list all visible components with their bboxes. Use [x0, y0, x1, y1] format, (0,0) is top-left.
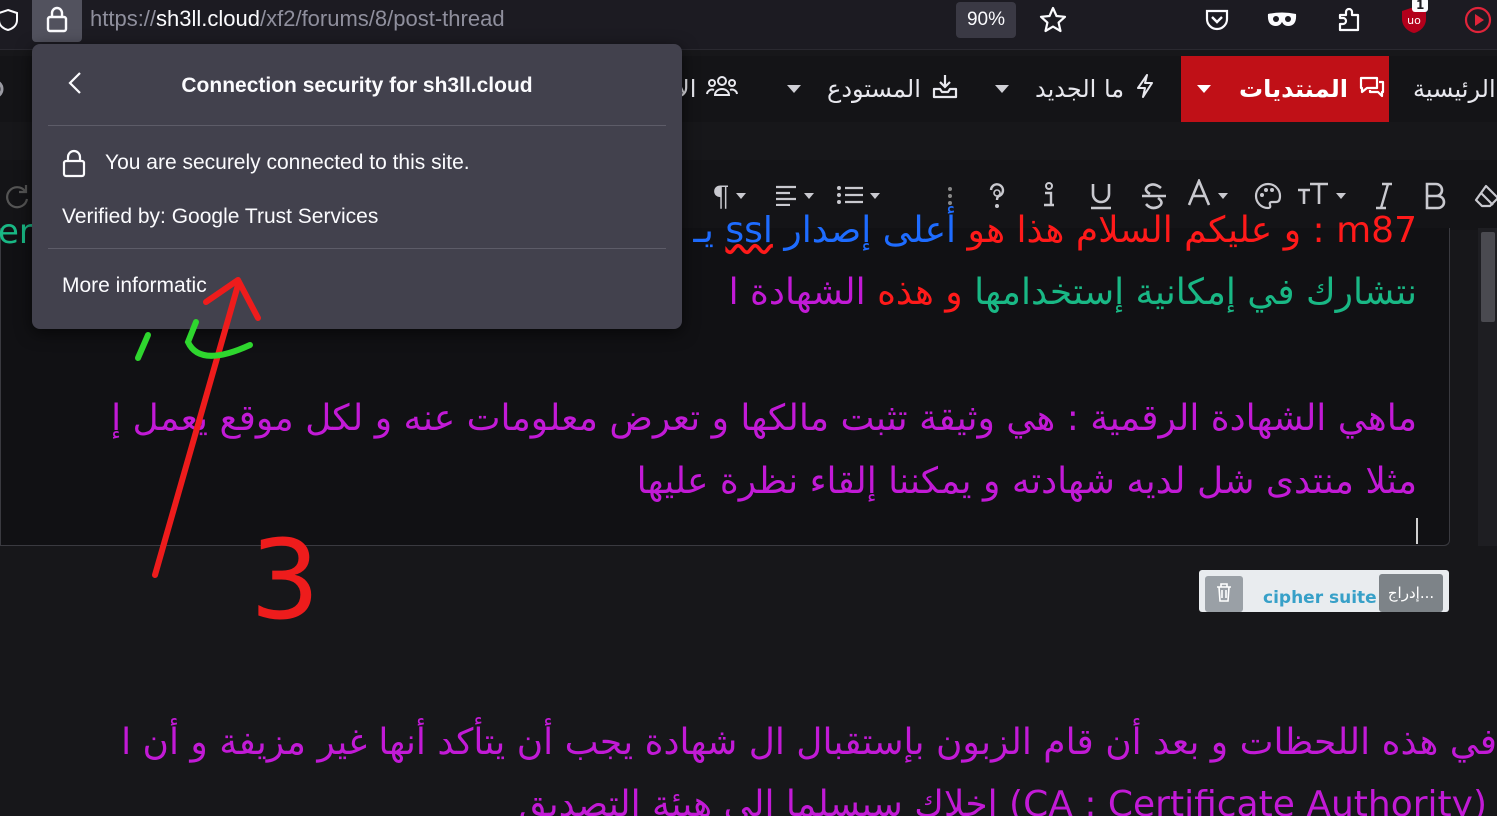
screen: https://sh3ll.cloud/xf2/forums/8/post-th…: [0, 0, 1497, 816]
connection-security-panel: Connection security for sh3ll.cloud You …: [32, 44, 682, 329]
editor-line-4: مثلا منتدى شل لديه شهادته و يمكننا إلقاء…: [636, 461, 1417, 502]
text-color-button[interactable]: [1186, 177, 1228, 214]
lock-icon: [46, 5, 68, 37]
bold-icon[interactable]: [1424, 178, 1446, 214]
editor-left-fragment: er: [0, 212, 33, 252]
editor-line-3: ماهي الشهادة الرقمية : هي وثيقة تثبت مال…: [111, 398, 1417, 439]
url-path: /xf2/forums/8/post-thread: [260, 6, 505, 31]
more-information-button[interactable]: More informatic: [62, 274, 207, 298]
nav-partial-icon: [0, 56, 12, 122]
shield-icon[interactable]: [0, 4, 24, 36]
text-cursor: [1416, 518, 1418, 544]
list-icon: [836, 180, 864, 213]
chevron-down-icon: [1218, 193, 1228, 199]
download-icon: [931, 73, 959, 105]
text-fragment-ssl: ssl: [725, 210, 773, 251]
star-icon[interactable]: [1037, 4, 1069, 36]
font-size-button[interactable]: [1296, 178, 1346, 214]
nav-item-label: المستودع: [827, 75, 921, 103]
text-fragment-blue: أعلى إصدار: [784, 210, 957, 251]
bolt-icon: [1134, 73, 1156, 105]
more-options-icon[interactable]: [946, 178, 954, 214]
redo-icon[interactable]: [4, 178, 30, 214]
trash-icon: [1215, 582, 1233, 606]
nav-item-repository[interactable]: المستودع: [787, 56, 959, 122]
palette-icon[interactable]: [1254, 178, 1282, 214]
site-info-lock-button[interactable]: [32, 0, 82, 42]
editor-scrollbar-thumb[interactable]: [1481, 232, 1495, 322]
paragraph-format-button[interactable]: ¶: [712, 178, 746, 214]
eraser-icon[interactable]: [1474, 178, 1497, 214]
nav-item-forums[interactable]: المنتديات: [1181, 56, 1389, 122]
chevron-down-icon[interactable]: [1197, 85, 1211, 93]
users-icon: [706, 74, 739, 104]
align-button[interactable]: [774, 178, 814, 214]
nav-item-whats-new[interactable]: ما الجديد: [995, 56, 1156, 122]
nav-item-members[interactable]: الأ: [676, 56, 739, 122]
chevron-down-icon: [870, 193, 880, 199]
nav-item-home[interactable]: الرئيسية: [1413, 56, 1496, 122]
editor-line-2: نتشارك في إمكانية إستخدامها و هذه الشهاد…: [729, 272, 1417, 313]
text-fragment-red: m87 : و عليكم السلام هذا هو: [967, 210, 1418, 251]
divider: [48, 248, 666, 249]
secure-connection-text: You are securely connected to this site.: [105, 151, 470, 174]
chevron-down-icon[interactable]: [787, 85, 801, 93]
url-host: sh3ll.cloud: [156, 6, 260, 31]
text-fragment-blue-end: يـ: [693, 210, 714, 251]
italic-icon[interactable]: [1374, 178, 1394, 214]
spoiler-question-icon[interactable]: [984, 178, 1010, 214]
attachment-thumbnail[interactable]: cipher suite إدراج...: [1199, 570, 1449, 612]
info-icon[interactable]: [1036, 178, 1062, 214]
extension-badge: 1: [1412, 0, 1429, 12]
verified-by-text: Verified by: Google Trust Services: [62, 205, 379, 228]
text-size-icon: [1296, 180, 1330, 213]
text-fragment-red: و هذه: [877, 272, 963, 313]
zoom-level-button[interactable]: 90%: [956, 2, 1016, 38]
nav-item-label: الرئيسية: [1413, 75, 1496, 103]
strikethrough-icon[interactable]: [1140, 178, 1168, 214]
content-text-line-2: (CA : Certificate Authority) إخلاك سيسلم…: [518, 784, 1487, 816]
font-color-icon: [1186, 177, 1212, 214]
lock-icon: [62, 148, 86, 183]
editor-line-1: m87 : و عليكم السلام هذا هو أعلى إصدار s…: [693, 210, 1417, 251]
divider: [48, 125, 666, 126]
chevron-down-icon: [1336, 193, 1346, 199]
list-button[interactable]: [836, 178, 880, 214]
paragraph-icon: ¶: [712, 179, 730, 213]
text-fragment-magenta: الشهادة ا: [728, 272, 866, 313]
mask-icon[interactable]: [1266, 4, 1298, 36]
chevron-down-icon: [735, 193, 746, 199]
nav-item-label: المنتديات: [1239, 75, 1348, 103]
content-text-line-1: في هذه اللحظات و بعد أن قام الزبون بإستق…: [121, 722, 1497, 763]
nav-item-label: ما الجديد: [1035, 75, 1125, 103]
url-scheme: https://: [90, 6, 157, 31]
chevron-down-icon: [804, 193, 814, 199]
insert-attachment-button[interactable]: إدراج...: [1379, 574, 1443, 612]
play-icon[interactable]: [1462, 4, 1494, 36]
text-fragment-green: نتشارك في إمكانية إستخدامها: [974, 272, 1417, 313]
url-bar[interactable]: https://sh3ll.cloud/xf2/forums/8/post-th…: [90, 6, 505, 32]
align-icon: [774, 180, 798, 213]
panel-title: Connection security for sh3ll.cloud: [181, 74, 533, 97]
underline-icon[interactable]: [1088, 178, 1114, 214]
svg-text:uo: uo: [1407, 14, 1421, 27]
comments-icon: [1358, 74, 1386, 104]
chevron-down-icon[interactable]: [995, 85, 1009, 93]
pocket-icon[interactable]: [1201, 4, 1233, 36]
delete-attachment-button[interactable]: [1205, 576, 1243, 612]
attachment-text: cipher suite: [1263, 588, 1377, 608]
extensions-icon[interactable]: [1333, 4, 1365, 36]
